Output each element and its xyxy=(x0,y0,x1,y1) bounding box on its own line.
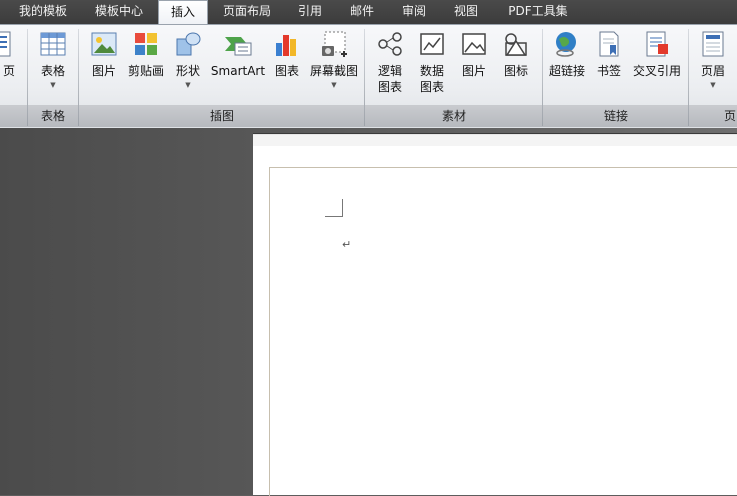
hyperlink-button[interactable]: 超链接 xyxy=(547,29,587,79)
group-separator xyxy=(364,29,365,126)
picture-button[interactable]: 图片 xyxy=(86,29,122,79)
bookmark-label: 书签 xyxy=(596,64,621,78)
chart-button-label: 图表 xyxy=(274,64,299,78)
smartart-button-label: SmartArt xyxy=(210,64,266,78)
ribbon: 页 表格 ▼ 表格 图片 剪贴画 形状 ▼ SmartArt 图表 屏幕截图 ▼… xyxy=(0,24,737,129)
icon-material-label: 图标 xyxy=(503,64,528,78)
group-label-materials: 素材 xyxy=(441,109,466,123)
crop-mark-horizontal xyxy=(325,216,343,217)
data-chart-button[interactable]: 数据 图表 xyxy=(414,29,450,95)
tab-page-layout[interactable]: 页面布局 xyxy=(214,0,280,24)
data-chart-label-line1: 数据 xyxy=(419,64,444,78)
chevron-down-icon: ▼ xyxy=(710,81,716,89)
header-icon xyxy=(702,31,724,57)
hyperlink-label: 超链接 xyxy=(548,64,585,78)
picture-material-label: 图片 xyxy=(461,64,486,78)
tab-template-center[interactable]: 模板中心 xyxy=(82,0,156,24)
paragraph-mark[interactable]: ↵ xyxy=(342,238,351,251)
chevron-down-icon: ▼ xyxy=(50,81,56,89)
picture-material-button[interactable]: 图片 xyxy=(456,29,492,79)
crop-mark-vertical xyxy=(342,199,343,216)
group-separator xyxy=(688,29,689,126)
header-label: 页眉 xyxy=(700,64,725,78)
picture-icon xyxy=(91,32,117,56)
cross-reference-label: 交叉引用 xyxy=(632,64,681,78)
ribbon-tab-bar: 我的模板 模板中心 插入 页面布局 引用 邮件 审阅 视图 PDF工具集 xyxy=(0,0,737,26)
tab-my-templates[interactable]: 我的模板 xyxy=(6,0,80,24)
tab-review[interactable]: 审阅 xyxy=(392,0,436,24)
group-separator xyxy=(78,29,79,126)
page-button-label: 页 xyxy=(2,64,15,78)
group-label-header-footer: 页 xyxy=(723,109,736,123)
screenshot-icon xyxy=(322,31,347,57)
page-break-icon xyxy=(0,31,11,57)
logic-chart-label-line1: 逻辑 xyxy=(377,64,402,78)
group-separator xyxy=(542,29,543,126)
smartart-button[interactable]: SmartArt xyxy=(210,29,266,79)
picture-material-icon xyxy=(462,33,486,55)
tab-pdf-tools[interactable]: PDF工具集 xyxy=(496,0,580,24)
tab-insert[interactable]: 插入 xyxy=(158,0,208,26)
icon-material-button[interactable]: 图标 xyxy=(498,29,534,79)
table-button-label: 表格 xyxy=(40,64,65,78)
bookmark-icon xyxy=(599,31,619,57)
group-label-table: 表格 xyxy=(40,109,65,123)
hyperlink-icon xyxy=(556,32,576,57)
icon-material-icon xyxy=(505,33,527,56)
tab-mailings[interactable]: 邮件 xyxy=(340,0,384,24)
table-icon xyxy=(40,32,66,56)
table-button[interactable]: 表格 ▼ xyxy=(34,29,72,90)
shapes-button-label: 形状 xyxy=(175,64,200,78)
chart-button[interactable]: 图表 xyxy=(270,29,304,79)
header-button[interactable]: 页眉 ▼ xyxy=(696,29,730,90)
shapes-button[interactable]: 形状 ▼ xyxy=(170,29,206,90)
clipart-button[interactable]: 剪贴画 xyxy=(126,29,166,79)
logic-chart-icon xyxy=(378,32,402,56)
data-chart-label-line2: 图表 xyxy=(419,80,444,94)
chart-icon xyxy=(276,35,296,56)
page-button[interactable]: 页 xyxy=(0,29,18,79)
logic-chart-button[interactable]: 逻辑 图表 xyxy=(372,29,408,95)
shapes-icon xyxy=(176,32,201,56)
tab-references[interactable]: 引用 xyxy=(288,0,332,24)
cross-reference-icon xyxy=(646,31,668,57)
picture-button-label: 图片 xyxy=(91,64,116,78)
tab-view[interactable]: 视图 xyxy=(444,0,488,24)
clipart-icon xyxy=(135,33,157,55)
group-label-links: 链接 xyxy=(603,109,628,123)
chevron-down-icon: ▼ xyxy=(185,81,191,89)
chevron-down-icon: ▼ xyxy=(331,81,337,89)
screenshot-button-label: 屏幕截图 xyxy=(309,64,358,78)
bookmark-button[interactable]: 书签 xyxy=(593,29,625,79)
cross-reference-button[interactable]: 交叉引用 xyxy=(630,29,684,79)
group-label-illustrations: 插图 xyxy=(209,109,234,123)
clipart-button-label: 剪贴画 xyxy=(127,64,164,78)
screenshot-button[interactable]: 屏幕截图 ▼ xyxy=(308,29,360,90)
data-chart-icon xyxy=(420,33,444,55)
smartart-icon xyxy=(225,37,252,56)
logic-chart-label-line2: 图表 xyxy=(377,80,402,94)
